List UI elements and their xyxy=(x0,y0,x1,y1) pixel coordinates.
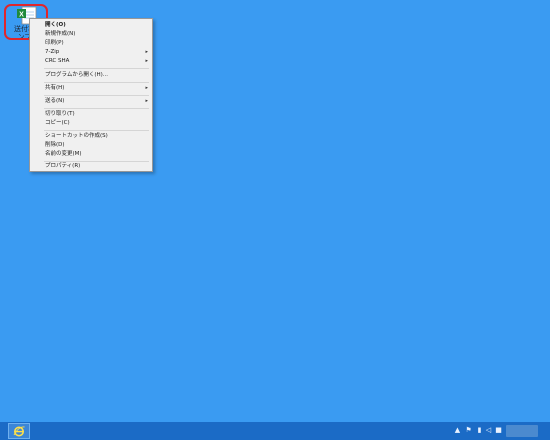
taskbar: ▲ ⚑ ▮ ◁ ■ xyxy=(0,422,550,440)
svg-text:X: X xyxy=(19,12,24,19)
desktop: { "desktop": { "background_color": "#3a9… xyxy=(0,0,550,440)
context-menu: 開く(O) 新規作成(N) 印刷(P) 7-Zip ▸ CRC SHA ▸ プロ… xyxy=(29,18,153,172)
menu-item-open[interactable]: 開く(O) xyxy=(31,21,151,30)
submenu-arrow-icon: ▸ xyxy=(145,58,148,64)
menu-item-label: 7-Zip xyxy=(45,49,60,55)
system-tray: ▲ ⚑ ▮ ◁ ■ xyxy=(454,422,506,440)
menu-item-label: CRC SHA xyxy=(45,58,70,64)
menu-item-copy[interactable]: コピー(C) xyxy=(31,119,151,128)
menu-item-label: ショートカットの作成(S) xyxy=(45,133,108,139)
menu-separator xyxy=(44,108,149,109)
network-icon[interactable]: ▮ xyxy=(476,426,483,435)
menu-item-7zip[interactable]: 7-Zip ▸ xyxy=(31,48,151,57)
menu-item-send-to[interactable]: 送る(N) ▸ xyxy=(31,97,151,106)
clock[interactable] xyxy=(506,425,538,437)
menu-item-label: プログラムから開く(H)... xyxy=(45,72,109,78)
menu-separator xyxy=(44,68,149,69)
menu-item-label: プロパティ(R) xyxy=(45,163,81,169)
menu-item-label: 共有(H) xyxy=(45,85,65,91)
menu-item-label: 新規作成(N) xyxy=(45,31,76,37)
menu-item-label: 削除(D) xyxy=(45,142,65,148)
menu-item-label: コピー(C) xyxy=(45,120,70,126)
menu-item-new[interactable]: 新規作成(N) xyxy=(31,30,151,39)
taskbar-ie-button[interactable] xyxy=(8,423,30,439)
menu-item-label: 送る(N) xyxy=(45,98,65,104)
menu-item-label: 切り取り(T) xyxy=(45,111,75,117)
show-hidden-icons-icon[interactable]: ▲ xyxy=(454,426,461,435)
menu-item-cut[interactable]: 切り取り(T) xyxy=(31,110,151,119)
menu-separator xyxy=(44,130,149,131)
menu-item-delete[interactable]: 削除(D) xyxy=(31,141,151,150)
submenu-arrow-icon: ▸ xyxy=(145,98,148,104)
menu-item-share[interactable]: 共有(H) ▸ xyxy=(31,84,151,93)
internet-explorer-icon xyxy=(13,426,25,437)
menu-separator xyxy=(44,95,149,96)
menu-item-crc-sha[interactable]: CRC SHA ▸ xyxy=(31,57,151,66)
submenu-arrow-icon: ▸ xyxy=(145,49,148,55)
menu-item-open-with[interactable]: プログラムから開く(H)... xyxy=(31,71,151,80)
menu-item-label: 開く(O) xyxy=(45,22,66,28)
menu-item-label: 印刷(P) xyxy=(45,40,64,46)
submenu-arrow-icon: ▸ xyxy=(145,85,148,91)
menu-item-label: 名前の変更(M) xyxy=(45,151,82,157)
menu-item-rename[interactable]: 名前の変更(M) xyxy=(31,150,151,159)
menu-item-print[interactable]: 印刷(P) xyxy=(31,39,151,48)
flag-icon[interactable]: ⚑ xyxy=(465,426,472,435)
volume-icon[interactable]: ◁ xyxy=(485,426,492,435)
menu-separator xyxy=(44,82,149,83)
ime-icon[interactable]: ■ xyxy=(495,426,502,435)
menu-item-properties[interactable]: プロパティ(R) xyxy=(31,162,151,171)
menu-item-create-shortcut[interactable]: ショートカットの作成(S) xyxy=(31,132,151,141)
